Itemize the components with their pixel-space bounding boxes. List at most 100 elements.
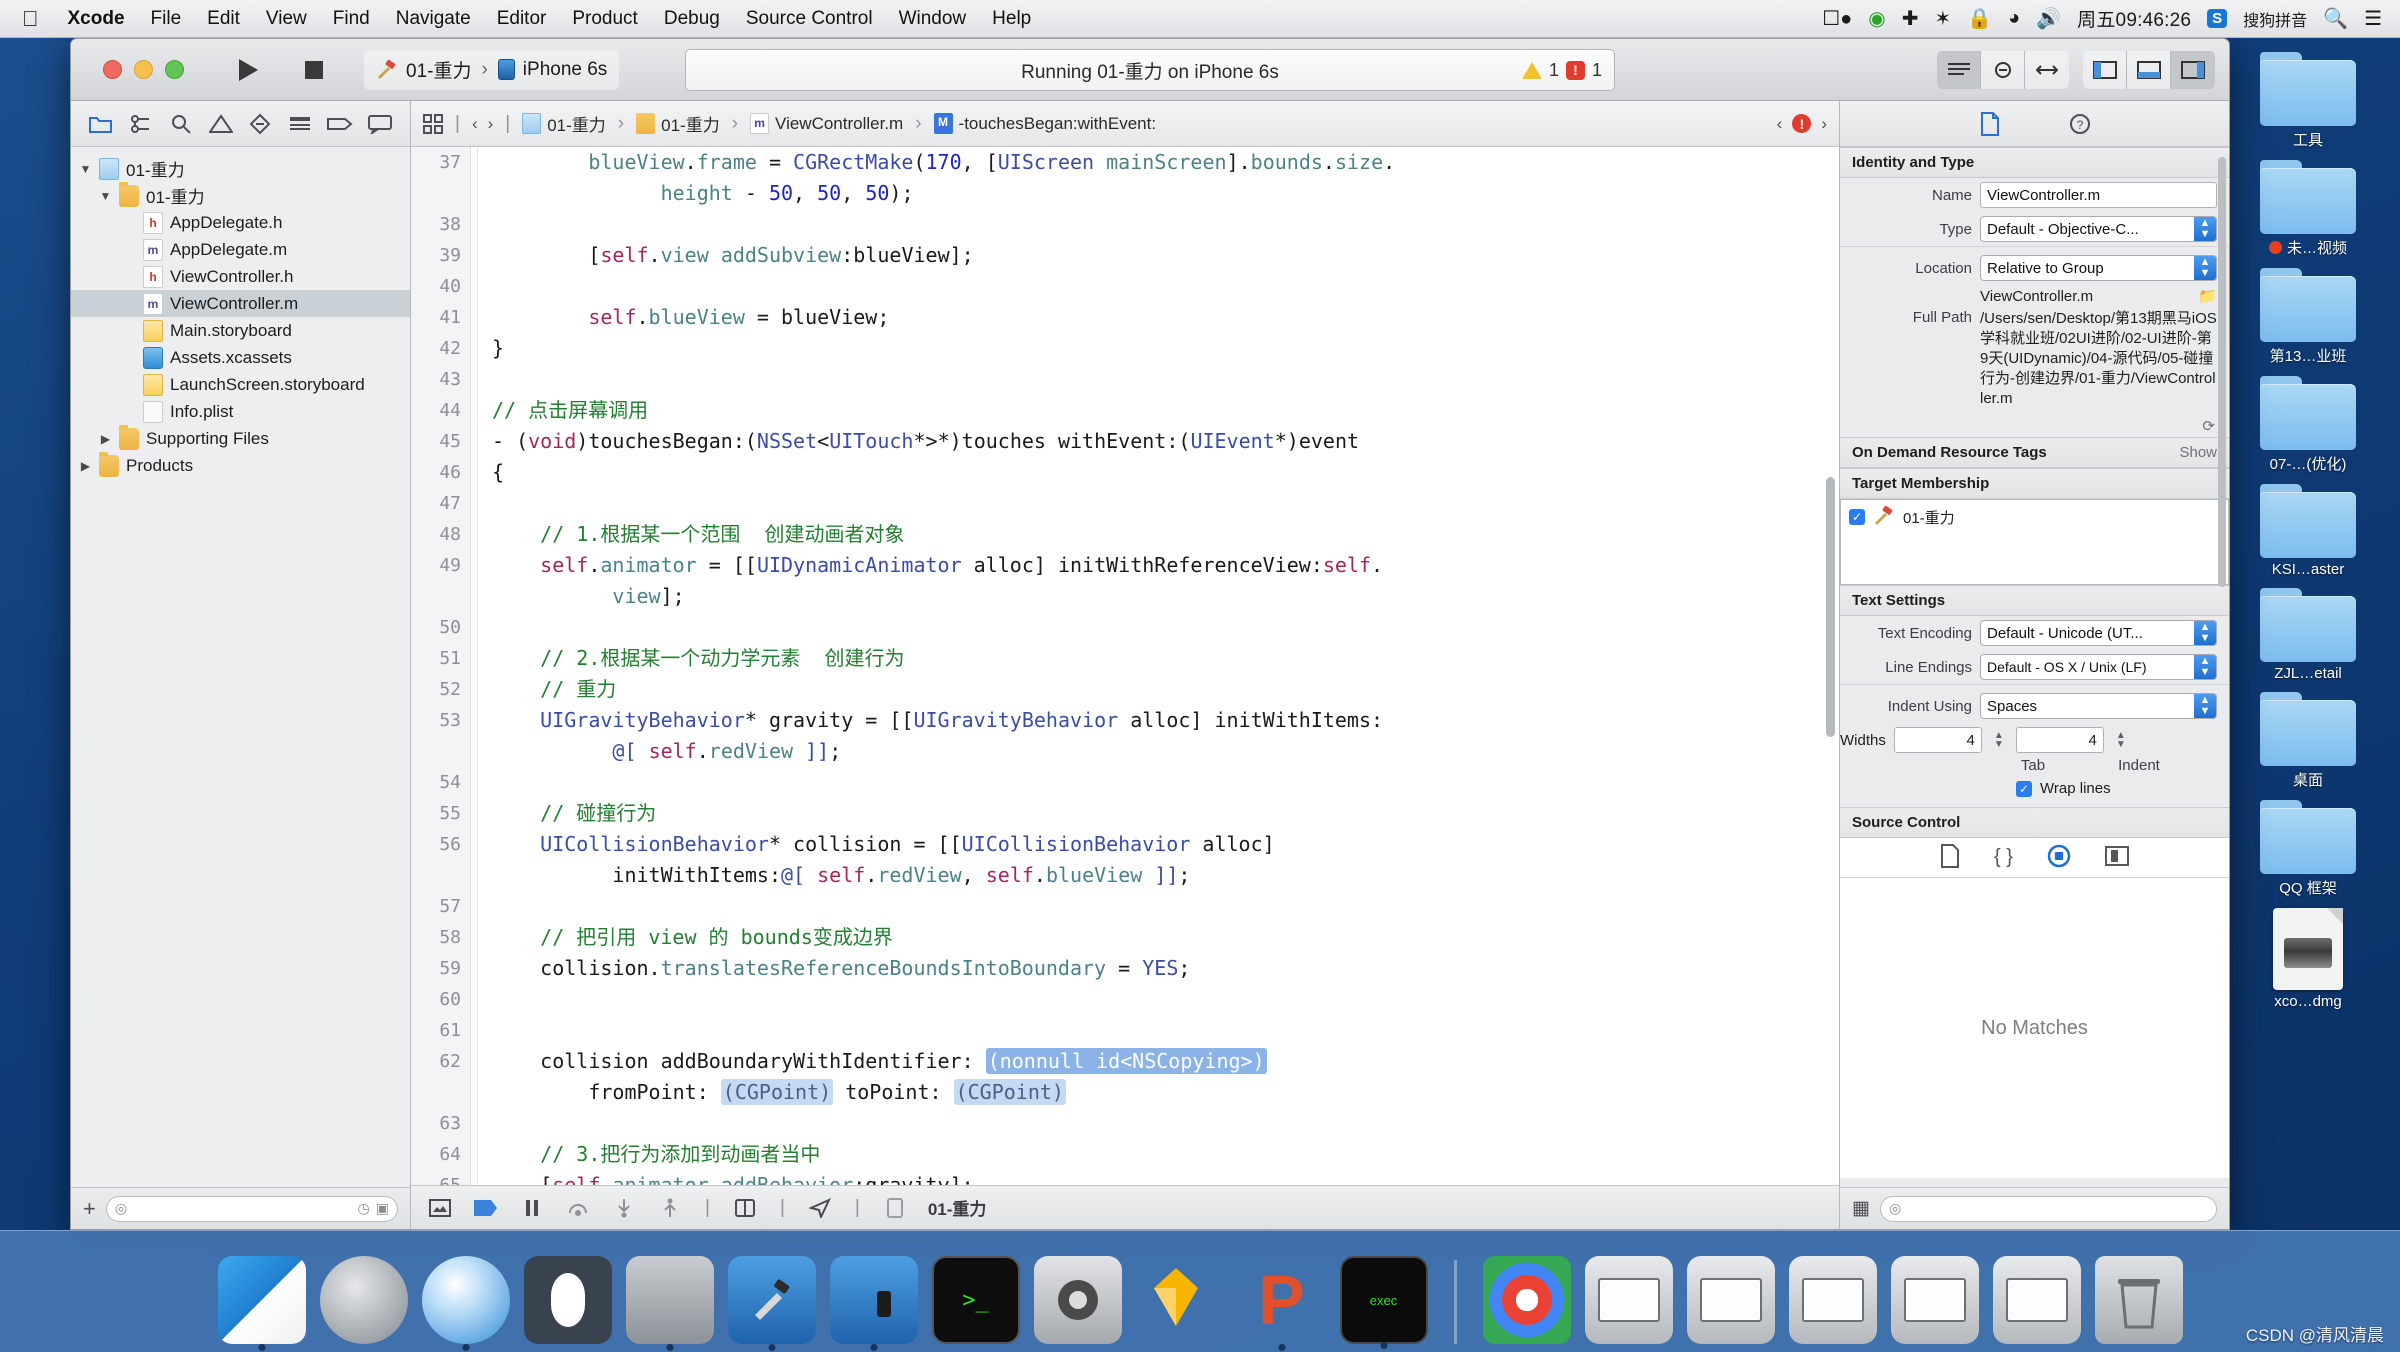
tree-item-viewcontroller-m[interactable]: m ViewController.m: [71, 290, 410, 317]
disclosure-triangle-icon[interactable]: ▼: [79, 162, 92, 176]
desktop-icon[interactable]: 07-…(优化): [2238, 376, 2378, 474]
text-encoding-popup[interactable]: Default - Unicode (UT... ▲ ▼: [1980, 620, 2217, 646]
dock-launchpad[interactable]: [319, 1256, 408, 1344]
dock-terminal[interactable]: >_: [931, 1256, 1020, 1344]
view-hierarchy-icon[interactable]: [732, 1196, 758, 1220]
assistant-editor-icon[interactable]: [1981, 50, 2025, 89]
desktop-icon[interactable]: 未…视频: [2238, 160, 2378, 258]
dock-vm-window-3[interactable]: [1788, 1256, 1877, 1344]
code-line[interactable]: [492, 612, 1839, 643]
tree-item-info-plist[interactable]: Info.plist: [71, 398, 410, 425]
menu-navigate[interactable]: Navigate: [383, 0, 484, 38]
dock-chrome-window[interactable]: [1482, 1256, 1571, 1344]
plus-icon[interactable]: +: [83, 1196, 96, 1222]
clock-icon[interactable]: ◷: [358, 1200, 370, 1217]
code-line[interactable]: }: [492, 333, 1839, 364]
dock-trash[interactable]: [2094, 1256, 2183, 1344]
tree-item-assets[interactable]: Assets.xcassets: [71, 344, 410, 371]
menu-help[interactable]: Help: [979, 0, 1044, 38]
code-line[interactable]: [492, 984, 1839, 1015]
report-navigator-icon[interactable]: [364, 109, 396, 139]
menu-find[interactable]: Find: [320, 0, 383, 38]
media-library-icon[interactable]: [2104, 845, 2129, 870]
close-button[interactable]: [103, 60, 122, 79]
navigator-filter-input[interactable]: ◎ ◷ ▣: [105, 1195, 398, 1222]
find-navigator-icon[interactable]: [165, 109, 197, 139]
apple-menu-icon[interactable]: : [0, 6, 55, 32]
code-line[interactable]: // 碰撞行为: [492, 798, 1839, 829]
menu-view[interactable]: View: [253, 0, 320, 38]
reveal-arrow-icon[interactable]: ⟳: [2202, 417, 2215, 435]
code-line[interactable]: [492, 488, 1839, 519]
show-debug-icon[interactable]: [427, 1196, 453, 1220]
desktop-icon[interactable]: ZJL…etail: [2238, 588, 2378, 682]
code-line[interactable]: view];: [492, 581, 1839, 612]
inspector-vertical-scrollbar[interactable]: [2218, 157, 2226, 587]
dock-executor[interactable]: exec: [1339, 1256, 1428, 1349]
breadcrumb-file[interactable]: m ViewController.m: [750, 113, 903, 134]
navigator-toggle-icon[interactable]: [2083, 50, 2127, 89]
target-membership-list[interactable]: ✓ 01-重力: [1840, 499, 2229, 585]
grid-icon[interactable]: ▦: [1852, 1197, 1870, 1220]
dock-safari[interactable]: [421, 1256, 510, 1351]
list-icon[interactable]: ☰: [2364, 6, 2382, 31]
indent-width-stepper[interactable]: ▲ ▼: [2112, 731, 2130, 750]
desktop-icon[interactable]: QQ 框架: [2238, 800, 2378, 898]
code-line[interactable]: // 3.把行为添加到动画者当中: [492, 1139, 1839, 1170]
dock-system-preferences[interactable]: [1033, 1256, 1122, 1344]
ime-badge-icon[interactable]: S: [2207, 9, 2228, 28]
menu-file[interactable]: File: [138, 0, 195, 38]
dock-finder[interactable]: [217, 1256, 306, 1351]
code-line[interactable]: - (void)touchesBegan:(NSSet<UITouch*>*)t…: [492, 426, 1839, 457]
menu-xcode[interactable]: Xcode: [55, 0, 138, 38]
tree-item-project[interactable]: ▼ 01-重力: [71, 155, 410, 182]
project-navigator-tree[interactable]: ▼ 01-重力 ▼ 01-重力 h AppDelegate.h m AppDelegat…: [71, 147, 410, 1187]
menu-source-control[interactable]: Source Control: [733, 0, 886, 38]
dock-sketch[interactable]: [1136, 1256, 1224, 1344]
lock-icon[interactable]: 🔒: [1967, 6, 1992, 31]
bluetooth-icon[interactable]: ✶: [1934, 6, 1951, 31]
indent-using-popup[interactable]: Spaces ▲ ▼: [1980, 693, 2217, 719]
dock-vm-window-4[interactable]: [1890, 1256, 1979, 1344]
debug-area-toggle-icon[interactable]: [2127, 50, 2171, 89]
code-snippet-icon[interactable]: { }: [1994, 846, 2013, 869]
code-text[interactable]: blueView.frame = CGRectMake(170, [UIScre…: [478, 147, 1839, 1185]
editor-vertical-scrollbar[interactable]: [1826, 477, 1835, 737]
step-out-icon[interactable]: [657, 1196, 683, 1220]
airplay-icon[interactable]: ✚: [1902, 6, 1919, 31]
test-navigator-icon[interactable]: [244, 109, 276, 139]
tree-item-viewcontroller-h[interactable]: h ViewController.h: [71, 263, 410, 290]
code-line[interactable]: [492, 767, 1839, 798]
menu-edit[interactable]: Edit: [194, 0, 253, 38]
code-line[interactable]: [self.view addSubview:blueView];: [492, 240, 1839, 271]
target-membership-item[interactable]: ✓ 01-重力: [1849, 505, 2220, 528]
file-inspector-icon[interactable]: [1975, 109, 2005, 139]
tab-width-stepper[interactable]: ▲ ▼: [1990, 731, 2008, 750]
breadcrumb-method[interactable]: M -touchesBegan:withEvent:: [933, 113, 1156, 134]
code-line[interactable]: @[ self.redView ]];: [492, 736, 1839, 767]
pause-icon[interactable]: [519, 1196, 545, 1220]
search-icon[interactable]: 🔍: [2323, 6, 2348, 31]
dock-mouse-app[interactable]: [523, 1256, 612, 1344]
file-template-icon[interactable]: [1940, 843, 1960, 872]
desktop-icon[interactable]: xco…dmg: [2238, 908, 2378, 1010]
stop-button[interactable]: [292, 50, 336, 90]
chevron-right-icon[interactable]: ›: [1821, 114, 1827, 134]
code-line[interactable]: // 重力: [492, 674, 1839, 705]
code-line[interactable]: collision.translatesReferenceBoundsIntoB…: [492, 953, 1839, 984]
chevron-right-icon[interactable]: ›: [488, 114, 494, 134]
quick-help-icon[interactable]: ?: [2065, 109, 2095, 139]
name-field[interactable]: ViewController.m: [1980, 182, 2217, 208]
wifi-icon[interactable]: ◕: [2008, 7, 2020, 30]
disclosure-triangle-icon[interactable]: ▶: [99, 432, 112, 446]
code-line[interactable]: self.animator = [[UIDynamicAnimator allo…: [492, 550, 1839, 581]
tree-item-supporting-files[interactable]: ▶ Supporting Files: [71, 424, 410, 452]
step-into-icon[interactable]: [611, 1196, 637, 1220]
related-items-icon[interactable]: [423, 113, 443, 134]
menu-window[interactable]: Window: [886, 0, 980, 38]
volume-icon[interactable]: 🔊: [2036, 6, 2061, 31]
desktop-icon[interactable]: 工具: [2238, 52, 2378, 150]
tree-item-appdelegate-h[interactable]: h AppDelegate.h: [71, 209, 410, 236]
standard-editor-icon[interactable]: [1937, 50, 1981, 89]
issue-navigator-icon[interactable]: [205, 109, 237, 139]
